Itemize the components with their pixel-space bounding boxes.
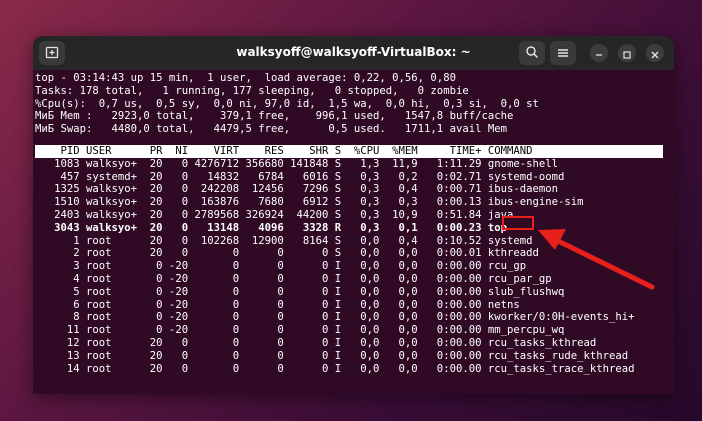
annotation-arrow-icon	[538, 229, 655, 290]
